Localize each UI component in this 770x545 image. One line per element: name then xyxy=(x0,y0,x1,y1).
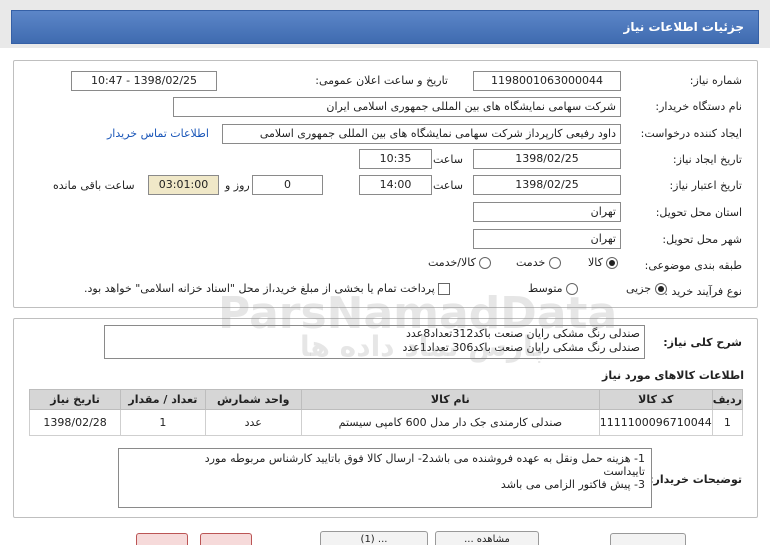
city-label: شهر محل تحویل: xyxy=(662,233,742,246)
col-date: تاریخ نیاز xyxy=(28,389,122,410)
radio-goods-service[interactable] xyxy=(479,257,492,269)
category-option-goods[interactable]: کالا xyxy=(588,256,619,269)
col-row: ردیف xyxy=(711,389,744,410)
created-time-label: ساعت xyxy=(433,153,463,166)
process-option-minor[interactable]: جزیی xyxy=(626,282,667,295)
buyer-org-field: شرکت سهامی نمایشگاه های بین المللی جمهور… xyxy=(173,97,621,117)
notes-box: 1- هزینه حمل ونقل به عهده فروشنده می باش… xyxy=(118,448,652,508)
radio-medium[interactable] xyxy=(566,283,579,295)
notes-label: توضیحات خریدار: xyxy=(649,473,742,486)
days-remaining-field: 0 xyxy=(252,175,323,195)
summary-box: صندلی رنگ مشکی رایان صنعت باکد312تعداد8ع… xyxy=(104,325,645,359)
process-option-minor-label: جزیی xyxy=(626,282,652,295)
summary-line-2: صندلی رنگ مشکی رایان صنعت باکد306 تعداد1… xyxy=(402,341,641,354)
items-table: ردیف کد کالا نام کالا واحد شمارش تعداد /… xyxy=(28,389,744,436)
radio-service[interactable] xyxy=(548,257,561,269)
cell-row: 1 xyxy=(711,409,744,436)
process-label: نوع فرآیند خرید : xyxy=(664,285,742,298)
cell-quantity: 1 xyxy=(120,409,206,436)
summary-line-1: صندلی رنگ مشکی رایان صنعت باکد312تعداد8ع… xyxy=(405,327,640,340)
bottom-button-red-1[interactable] xyxy=(136,533,188,545)
province-label: استان محل تحویل: xyxy=(655,206,742,219)
requester-label: ایجاد کننده درخواست: xyxy=(640,127,742,140)
days-label: روز و xyxy=(225,179,250,192)
validity-date-label: تاریخ اعتبار نیاز: xyxy=(669,179,742,192)
category-option-service-label: خدمت xyxy=(516,256,546,269)
category-label: طبقه بندی موضوعی: xyxy=(644,259,742,272)
radio-minor-selected[interactable] xyxy=(654,283,667,295)
cell-unit: عدد xyxy=(204,409,302,436)
requester-field: داود رفیعی کارپرداز شرکت سهامی نمایشگاه … xyxy=(222,124,621,144)
bottom-button-back[interactable] xyxy=(610,533,686,545)
need-number-label: شماره نیاز: xyxy=(689,74,742,87)
treasury-note: پرداخت تمام یا بخشی از مبلغ خرید،از محل … xyxy=(84,282,435,295)
col-code: کد کالا xyxy=(598,389,713,410)
cell-name: صندلی کارمندی جک دار مدل 600 کامپی سیستم xyxy=(300,409,600,436)
col-name: نام کالا xyxy=(300,389,600,410)
contact-buyer-link[interactable]: اطلاعات تماس خریدار xyxy=(107,127,209,140)
remaining-time-label: ساعت باقی مانده xyxy=(53,179,135,192)
window-title: جزئیات اطلاعات نیاز xyxy=(623,20,744,34)
announce-field: 1398/02/25 - 10:47 xyxy=(71,71,217,91)
process-option-medium-label: متوسط xyxy=(528,282,563,295)
category-option-service[interactable]: خدمت xyxy=(516,256,561,269)
table-row: 1 1111100096710044 صندلی کارمندی جک دار … xyxy=(28,409,744,436)
title-bar-inner: جزئیات اطلاعات نیاز xyxy=(11,10,759,44)
category-option-goods-service-label: کالا/خدمت xyxy=(428,256,476,269)
items-title: اطلاعات کالاهای مورد نیاز xyxy=(602,369,744,382)
title-bar: جزئیات اطلاعات نیاز xyxy=(0,0,770,48)
created-time-field: 10:35 xyxy=(359,149,432,169)
category-option-goods-service[interactable]: کالا/خدمت xyxy=(428,256,492,269)
need-number-field: 1198001063000044 xyxy=(473,71,621,91)
treasury-option[interactable]: پرداخت تمام یا بخشی از مبلغ خرید،از محل … xyxy=(84,282,451,295)
buyer-org-label: نام دستگاه خریدار: xyxy=(655,100,742,113)
created-date-label: تاریخ ایجاد نیاز: xyxy=(672,153,742,166)
bottom-button-1[interactable]: (1) ... xyxy=(320,531,428,545)
category-option-goods-label: کالا xyxy=(588,256,603,269)
remaining-time-field: 03:01:00 xyxy=(148,175,219,195)
col-quantity: تعداد / مقدار xyxy=(120,389,206,410)
treasury-checkbox[interactable] xyxy=(438,283,451,295)
validity-date-field: 1398/02/25 xyxy=(473,175,621,195)
radio-goods-selected[interactable] xyxy=(606,257,619,269)
created-date-field: 1398/02/25 xyxy=(473,149,621,169)
cell-code: 1111100096710044 xyxy=(598,409,713,436)
bottom-button-2[interactable]: مشاهده ... xyxy=(435,531,539,545)
process-option-medium[interactable]: متوسط xyxy=(528,282,579,295)
cell-date: 1398/02/28 xyxy=(28,409,122,436)
summary-label: شرح کلی نیاز: xyxy=(663,336,742,349)
province-field: تهران xyxy=(473,202,621,222)
validity-time-field: 14:00 xyxy=(359,175,432,195)
bottom-button-red-2[interactable] xyxy=(200,533,252,545)
items-table-header: ردیف کد کالا نام کالا واحد شمارش تعداد /… xyxy=(28,389,744,410)
notes-line-3: 3- پیش فاکتور الزامی می باشد xyxy=(500,478,645,491)
city-field: تهران xyxy=(473,229,621,249)
announce-label: تاریخ و ساعت اعلان عمومی: xyxy=(315,74,448,87)
notes-line-2: تاییداست xyxy=(603,465,645,478)
notes-line-1: 1- هزینه حمل ونقل به عهده فروشنده می باش… xyxy=(204,452,645,465)
validity-time-label: ساعت xyxy=(433,179,463,192)
col-unit: واحد شمارش xyxy=(204,389,302,410)
